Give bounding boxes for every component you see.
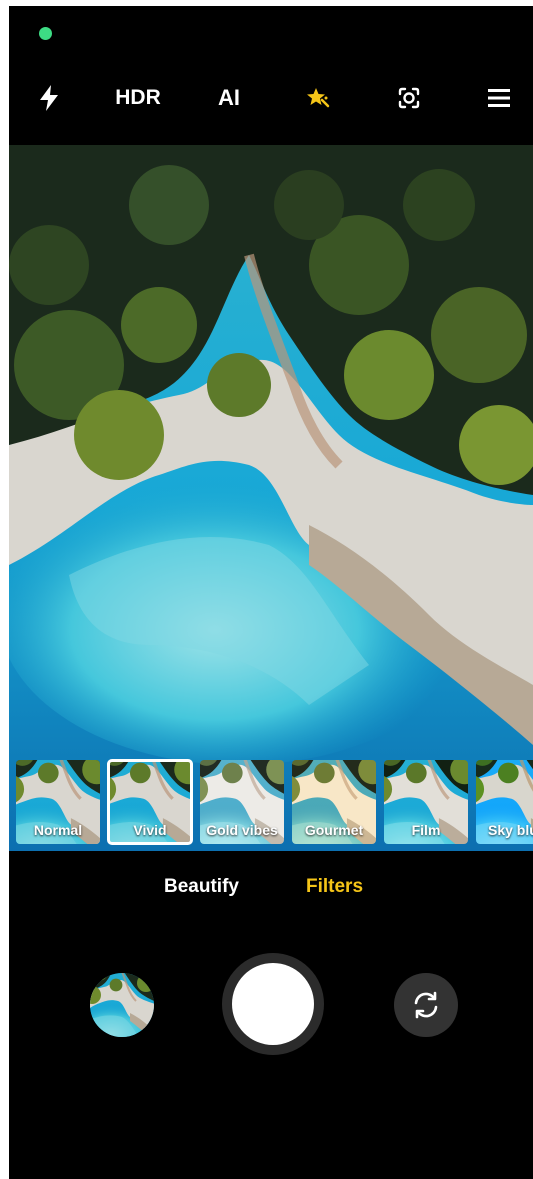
viewfinder-preview-image xyxy=(9,145,533,851)
switch-camera-icon xyxy=(414,991,438,1019)
tab-beautify-label: Beautify xyxy=(164,876,239,897)
shutter-ring xyxy=(222,953,324,1055)
status-indicator-dot xyxy=(39,27,52,40)
filter-strip[interactable]: Normal Vivid Gold vibes Gourmet Film Sky… xyxy=(9,754,533,850)
hdr-label: HDR xyxy=(115,86,161,109)
tab-filters[interactable]: Filters xyxy=(306,876,363,898)
gallery-thumbnail-image xyxy=(90,973,154,1037)
sparkle-star-icon xyxy=(307,88,330,108)
filter-label: Normal xyxy=(33,822,83,838)
menu-button[interactable] xyxy=(485,76,513,120)
hdr-button[interactable]: HDR xyxy=(108,76,168,120)
lightning-bolt-icon xyxy=(40,85,58,111)
camera-viewfinder[interactable] xyxy=(9,145,533,851)
filter-thumb-gold-vibes[interactable]: Gold vibes xyxy=(200,760,284,844)
switch-camera-button[interactable] xyxy=(394,973,458,1037)
lens-focus-icon xyxy=(398,87,420,109)
tab-filters-label: Filters xyxy=(306,876,364,897)
camera-top-bar: HDR AI xyxy=(9,76,533,120)
filter-thumb-gourmet[interactable]: Gourmet xyxy=(292,760,376,844)
filter-label: Film xyxy=(411,822,441,838)
flash-button[interactable] xyxy=(33,76,65,120)
camera-screen: HDR AI Normal Vivid Gold vibes Gourmet F… xyxy=(9,6,533,1179)
shutter-button[interactable] xyxy=(232,963,314,1045)
filter-label: Sky blue xyxy=(488,822,533,838)
ai-label: AI xyxy=(218,85,240,110)
filter-thumb-film[interactable]: Film xyxy=(384,760,468,844)
tab-beautify[interactable]: Beautify xyxy=(164,876,239,898)
filter-label: Gold vibes xyxy=(206,822,278,838)
ai-button[interactable]: AI xyxy=(209,76,249,120)
lens-button[interactable] xyxy=(394,76,424,120)
beauty-button[interactable] xyxy=(303,76,333,120)
filter-thumb-sky-blue[interactable]: Sky blue xyxy=(476,760,533,844)
filter-label: Gourmet xyxy=(304,822,364,838)
gallery-thumbnail-button[interactable] xyxy=(90,973,154,1037)
selected-filter-frame xyxy=(108,760,192,844)
hamburger-menu-icon xyxy=(488,89,510,107)
filter-thumb-normal[interactable]: Normal xyxy=(16,760,100,844)
filter-thumb-vivid[interactable]: Vivid xyxy=(107,759,193,845)
